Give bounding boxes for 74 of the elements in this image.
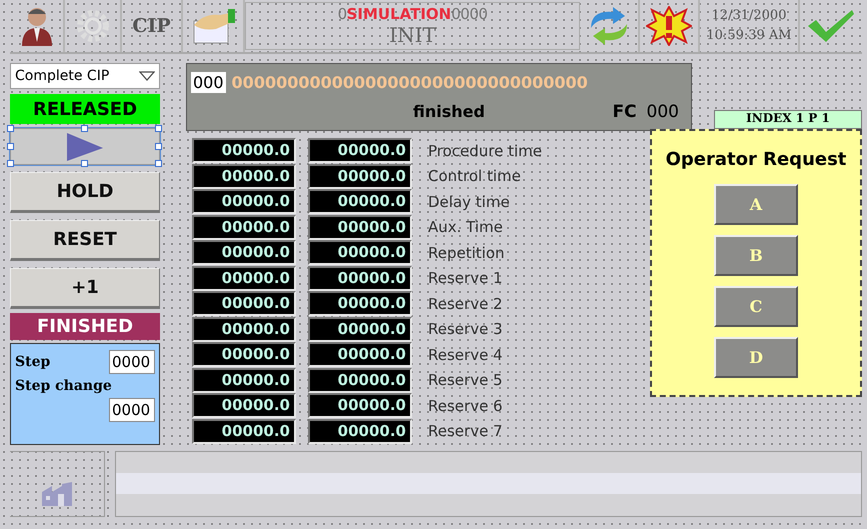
value-display: 00000.0 — [308, 393, 412, 418]
value-display: 00000.0 — [192, 189, 296, 214]
step-field[interactable]: 0000 — [109, 350, 155, 374]
program-number-field[interactable]: 000 — [191, 72, 226, 94]
release-status: RELEASED — [10, 94, 160, 124]
value-display: 00000.0 — [192, 342, 296, 368]
value-display: 00000.0 — [192, 138, 296, 164]
row-label: Aux. Time — [428, 218, 504, 236]
fc-value: 000 — [646, 102, 679, 122]
row-label: Reserve 7 — [428, 422, 504, 440]
value-display: 00000.0 — [192, 418, 296, 444]
play-icon — [65, 132, 105, 162]
simulation-text: SIMULATION — [346, 5, 452, 23]
state-text: INIT — [389, 23, 436, 47]
value-display: 00000.0 — [192, 164, 296, 189]
panel-title: Operator Request — [666, 149, 846, 170]
value-display: 00000.0 — [308, 214, 412, 240]
code-text: 0000 — [451, 5, 488, 23]
operator-icon[interactable] — [20, 6, 54, 46]
row-label: Reserve 6 — [428, 396, 504, 415]
value-display: 00000.0 — [192, 316, 296, 342]
value-display: 00000.0 — [308, 316, 412, 342]
program-dropdown[interactable]: Complete CIP — [10, 63, 160, 89]
row-label: Reserve 2 — [428, 294, 504, 313]
checkmark-icon[interactable] — [806, 8, 856, 44]
value-display: 00000.0 — [308, 138, 412, 164]
program-name: 00000000000000000000000000000000 — [232, 73, 588, 92]
value-display: 00000.0 — [192, 214, 296, 240]
row-label: Control time — [428, 167, 522, 186]
play-button[interactable] — [10, 128, 160, 165]
value-display: 00000.0 — [308, 164, 412, 189]
date-text: 12/31/2000 — [712, 7, 786, 25]
value-display: 00000.0 — [192, 368, 296, 393]
value-display: 00000.0 — [308, 266, 412, 291]
phase-status: FINISHED — [10, 313, 160, 340]
value-display: 00000.0 — [308, 368, 412, 393]
value-display: 00000.0 — [308, 189, 412, 214]
step-label: Step — [15, 354, 50, 370]
index-label: INDEX 1 P 1 — [714, 110, 862, 129]
value-display: 00000.0 — [308, 418, 412, 444]
selection-handle[interactable] — [7, 142, 14, 150]
selection-handle[interactable] — [7, 160, 14, 167]
selection-handle[interactable] — [7, 125, 14, 132]
command-button[interactable]: RESET — [10, 220, 160, 261]
code-text: 0 — [338, 5, 347, 23]
row-label: Delay time — [428, 192, 511, 211]
row-label: Reserve 3 — [428, 320, 504, 338]
value-display: 00000.0 — [308, 291, 412, 316]
value-display: 00000.0 — [308, 342, 412, 368]
selection-handle[interactable] — [155, 125, 162, 132]
row-label: Repetition — [428, 244, 506, 262]
alarm-icon[interactable] — [646, 6, 692, 46]
row-label: Reserve 1 — [428, 269, 504, 288]
step-change-field[interactable]: 0000 — [109, 398, 155, 422]
value-display: 00000.0 — [308, 240, 412, 266]
value-display: 00000.0 — [192, 266, 296, 291]
fc-label: FC — [612, 102, 637, 122]
step-change-label: Step change — [15, 378, 113, 394]
dropdown-arrow-icon — [139, 71, 155, 81]
value-display: 00000.0 — [192, 291, 296, 316]
selection-handle[interactable] — [155, 142, 162, 150]
value-display: 00000.0 — [192, 393, 296, 418]
command-button[interactable]: +1 — [10, 268, 160, 309]
row-label: Procedure time — [428, 142, 544, 160]
cip-label[interactable]: CIP — [132, 15, 171, 37]
row-label: Reserve 5 — [428, 371, 504, 390]
selection-handle[interactable] — [81, 125, 88, 132]
row-label: Reserve 4 — [428, 346, 504, 364]
command-button[interactable]: HOLD — [10, 172, 160, 213]
selection-handle[interactable] — [155, 160, 162, 167]
value-display: 00000.0 — [192, 240, 296, 266]
time-text: 10:59:39 AM — [706, 27, 792, 45]
program-status: finished — [412, 102, 486, 122]
selection-handle[interactable] — [81, 160, 88, 167]
